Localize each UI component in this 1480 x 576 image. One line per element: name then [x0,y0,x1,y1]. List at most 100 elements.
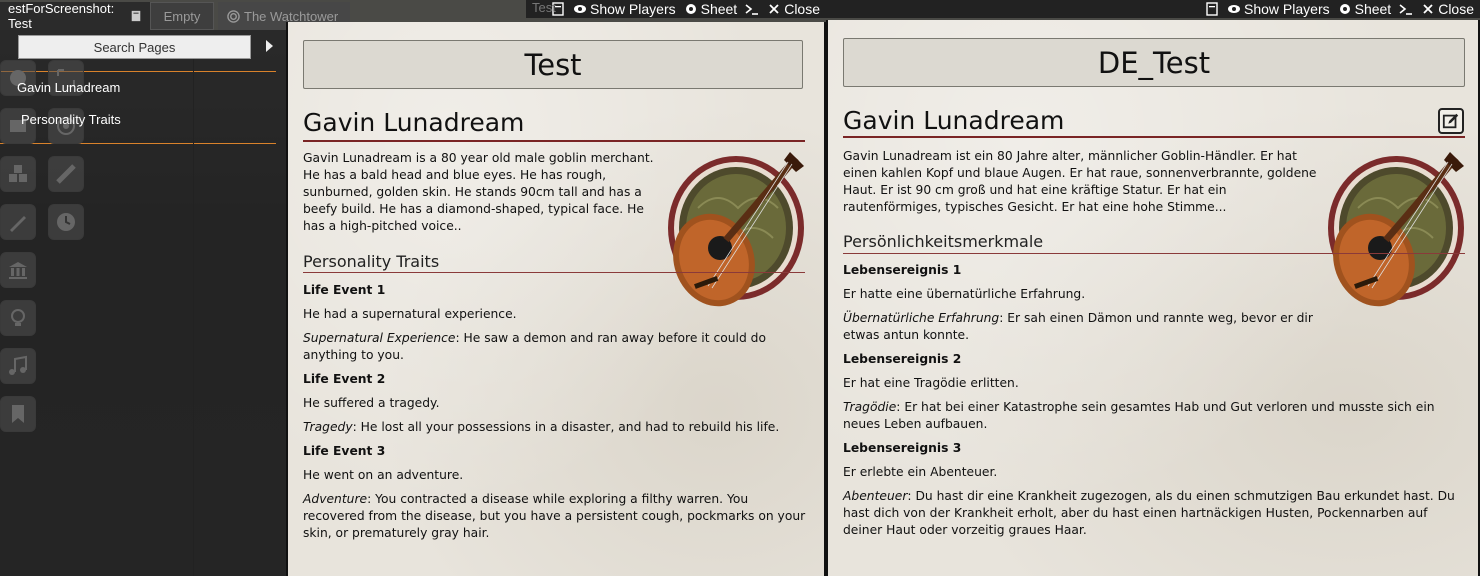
event-summary: He suffered a tragedy. [303,396,440,410]
event-title: Life Event 3 [303,444,386,458]
divider [0,71,276,72]
journal-page: DE_Test Gavin Lunadream Gavin Lunadream … [826,20,1480,576]
journal-window-left: Show Players Sheet Close Test Test Gavin… [286,0,826,576]
character-name: Gavin Lunadream [843,106,1065,135]
event-title: Lebensereignis 3 [843,441,962,455]
divider [193,56,194,576]
page-name-heading: DE_Test [843,38,1465,87]
gear-icon [1339,4,1350,14]
eye-icon [1228,5,1241,13]
event-detail-text: : Er hat bei einer Katastrophe sein gesa… [843,400,1435,431]
journal-window-right: Show Players Sheet Close DE_Test Gavin L… [826,0,1480,576]
window-title: Test [532,0,556,15]
terminal-icon [745,4,759,15]
scene-tab-active-label: estForScreenshot: Test [8,1,115,31]
book-icon[interactable] [1205,2,1219,16]
character-description: Gavin Lunadream is a 80 year old male go… [303,151,654,233]
heading-rule [843,136,1465,138]
sheet-label: Sheet [700,1,738,17]
drawing-controls-button[interactable] [0,204,36,240]
caret-right-icon[interactable] [266,40,273,52]
event-summary: He went on an adventure. [303,468,464,482]
event-detail: Abenteuer: Du hast dir eine Krankheit zu… [843,488,1468,539]
heading-rule [303,140,805,142]
close-icon [1423,4,1433,14]
scene-tab-active[interactable]: estForScreenshot: Test [0,1,150,31]
event-detail-label: Supernatural Experience [303,331,456,345]
window-header[interactable]: Show Players Sheet Close [526,0,826,18]
event-title: Life Event 1 [303,283,386,297]
event-detail-label: Tragödie [843,400,897,414]
window-header[interactable]: Show Players Sheet Close [826,0,1480,18]
sheet-button[interactable]: Sheet [1338,1,1392,17]
close-label: Close [1438,1,1474,17]
event-detail: Tragedy: He lost all your possessions in… [303,419,808,436]
section-heading: Personality Traits [303,252,440,271]
section-heading: Persönlichkeitsmerkmale [843,232,1044,251]
eye-icon [574,5,587,13]
character-name: Gavin Lunadream [303,108,525,137]
page-name-heading: Test [303,40,803,89]
event-detail: Supernatural Experience: He saw a demon … [303,330,808,364]
scene-tab-empty[interactable]: Empty [150,2,214,30]
event-detail-text: : You contracted a disease while explori… [303,492,806,540]
event-summary: Er erlebte ein Abenteuer. [843,465,998,479]
tile-controls-button[interactable] [0,156,36,192]
event-title: Lebensereignis 1 [843,263,962,277]
event-detail: Übernatürliche Erfahrung: Er sah einen D… [843,310,1323,344]
event-detail-text: : He lost all your possessions in a disa… [352,420,780,434]
lightbulb-icon [11,309,25,326]
directory-entry-section[interactable]: Personality Traits [21,112,121,127]
event-detail-label: Tragedy [303,420,353,434]
bookmark-icon [12,405,24,423]
directory-entry[interactable]: Gavin Lunadream [17,80,120,95]
journal-controls-button[interactable] [0,252,36,288]
event-detail-text: : Du hast dir eine Krankheit zugezogen, … [843,489,1455,537]
close-button[interactable]: Close [767,1,820,17]
notes-controls-button[interactable] [0,396,36,432]
event-summary: Er hatte eine übernatürliche Erfahrung. [843,287,1086,301]
lighting-controls-button[interactable] [0,300,36,336]
journal-page: Test Gavin Lunadream Gavin Lunadream is … [286,22,826,576]
close-button[interactable]: Close [1421,1,1474,17]
search-pages-button[interactable]: Search Pages [18,35,251,59]
show-players-button[interactable]: Show Players [1227,1,1330,17]
event-summary: Er hat eine Tragödie erlitten. [843,376,1019,390]
show-players-button[interactable]: Show Players [573,1,676,17]
event-title: Life Event 2 [303,372,386,386]
sheet-button[interactable]: Sheet [684,1,738,17]
section-rule [843,253,1465,254]
cubes-icon [9,165,27,182]
book-icon [130,9,142,23]
target-icon [226,9,240,23]
clock-controls-button[interactable] [48,204,84,240]
close-icon [769,4,779,14]
sheet-label: Sheet [1354,1,1392,17]
section-rule [303,272,805,273]
terminal-button[interactable] [1399,2,1413,16]
terminal-icon [1399,4,1413,15]
gear-icon [685,4,696,14]
event-summary: He had a supernatural experience. [303,307,517,321]
event-detail-label: Abenteuer [843,489,908,503]
edit-icon [1442,113,1459,129]
show-players-label: Show Players [590,1,676,17]
event-title: Lebensereignis 2 [843,352,962,366]
close-label: Close [784,1,820,17]
edit-button[interactable] [1438,108,1464,134]
event-detail: Adventure: You contracted a disease whil… [303,491,808,542]
event-detail: Tragödie: Er hat bei einer Katastrophe s… [843,399,1468,433]
bank-icon [9,262,27,279]
show-players-label: Show Players [1244,1,1330,17]
pencil-icon [10,216,26,232]
sound-controls-button[interactable] [0,348,36,384]
character-description: Gavin Lunadream ist ein 80 Jahre alter, … [843,149,1317,214]
music-icon [9,355,27,375]
event-detail-label: Adventure [303,492,368,506]
terminal-button[interactable] [745,2,759,16]
clock-icon [57,213,75,231]
lute-icon [1328,152,1464,307]
divider [0,143,276,144]
wall-controls-button[interactable] [48,156,84,192]
ruler-diagonal-icon [56,164,76,184]
